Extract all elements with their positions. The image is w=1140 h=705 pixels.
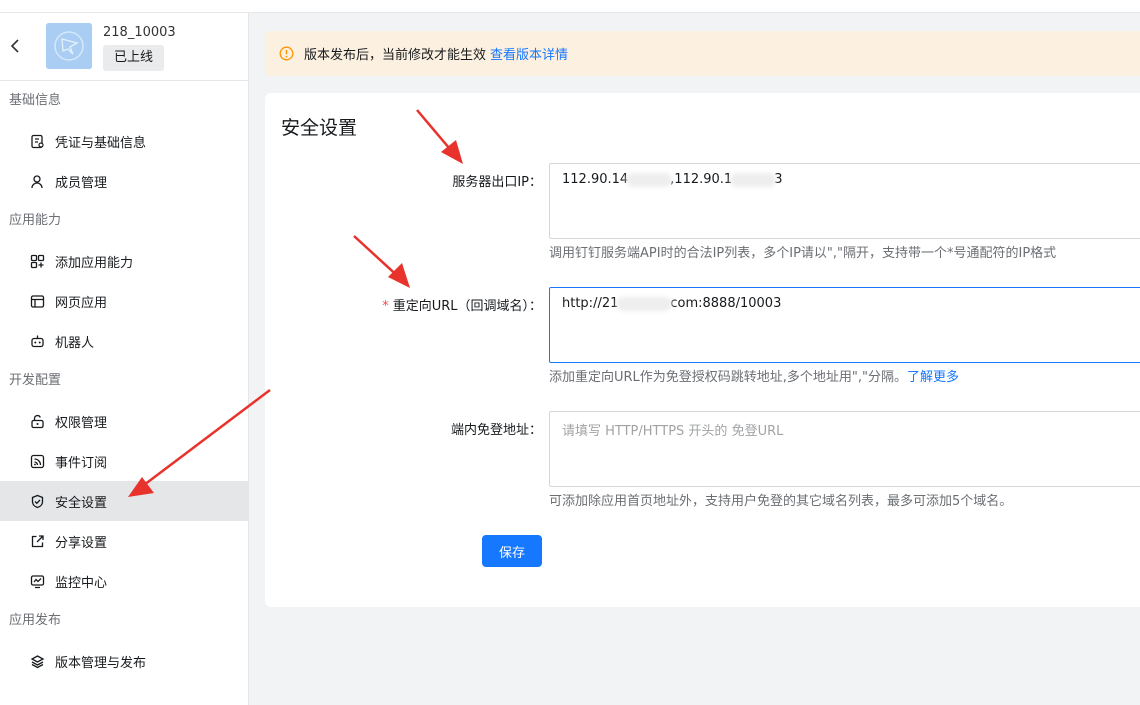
sidebar-item-label: 机器人 xyxy=(55,335,95,351)
credential-icon xyxy=(30,134,45,149)
sso-label: 端内免登地址： xyxy=(450,423,542,438)
required-mark: * xyxy=(382,299,389,314)
app-name: 218_10003 xyxy=(103,25,176,40)
sidebar-item-label: 成员管理 xyxy=(55,175,108,191)
top-bar xyxy=(0,0,1140,13)
sso-placeholder: 请填写 HTTP/HTTPS 开头的 免登URL xyxy=(562,424,784,439)
ip-label: 服务器出口IP： xyxy=(452,175,542,190)
unlock-icon xyxy=(30,414,45,429)
sidebar-item-add-capability[interactable]: 添加应用能力 xyxy=(0,241,248,281)
sidebar-item-label: 版本管理与发布 xyxy=(55,655,147,671)
ip-value-part1: 112.90.14 xyxy=(562,172,629,187)
warning-icon xyxy=(279,46,294,61)
sidebar-item-permissions[interactable]: 权限管理 xyxy=(0,401,248,441)
app-icon xyxy=(46,23,92,69)
sidebar-item-label: 事件订阅 xyxy=(55,455,108,471)
page-title: 安全设置 xyxy=(281,117,358,139)
sidebar-item-members[interactable]: 成员管理 xyxy=(0,161,248,201)
back-arrow-icon[interactable] xyxy=(9,37,21,59)
sidebar-item-label: 分享设置 xyxy=(55,535,108,551)
redirect-url-textarea[interactable]: http://21 com:8888/10003 xyxy=(549,287,1140,363)
sidebar-item-label: 凭证与基础信息 xyxy=(55,135,147,151)
sidebar-item-versions[interactable]: 版本管理与发布 xyxy=(0,641,248,681)
view-version-details-link[interactable]: 查看版本详情 xyxy=(490,44,568,63)
version-notice: 版本发布后，当前修改才能生效 查看版本详情 xyxy=(265,31,1140,76)
redacted-mask xyxy=(616,296,673,311)
share-icon xyxy=(30,534,45,549)
ip-textarea[interactable]: 112.90.14,112.90.1 3 xyxy=(549,163,1140,239)
group-title-basic: 基础信息 xyxy=(9,93,62,108)
sidebar-item-robot[interactable]: 机器人 xyxy=(0,321,248,361)
sidebar-item-webapp[interactable]: 网页应用 xyxy=(0,281,248,321)
app-status-badge: 已上线 xyxy=(103,45,165,71)
sidebar-item-credentials[interactable]: 凭证与基础信息 xyxy=(0,121,248,161)
redirect-label: * 重定向URL（回调域名）： xyxy=(382,299,542,314)
sidebar-item-share[interactable]: 分享设置 xyxy=(0,521,248,561)
redirect-help: 添加重定向URL作为免登授权码跳转地址,多个地址用","分隔。了解更多 xyxy=(549,370,960,385)
save-button[interactable]: 保存 xyxy=(482,535,542,567)
monitor-icon xyxy=(30,574,45,589)
app-header: 218_10003 已上线 xyxy=(0,13,248,81)
sso-url-textarea[interactable]: 请填写 HTTP/HTTPS 开头的 免登URL xyxy=(549,411,1140,487)
grid-plus-icon xyxy=(30,254,45,269)
sidebar-item-label: 权限管理 xyxy=(55,415,108,431)
group-title-dev: 开发配置 xyxy=(9,373,62,388)
sidebar-item-label: 安全设置 xyxy=(55,495,108,511)
sidebar: 218_10003 已上线 基础信息 凭证与基础信息 成员管理 应用能力 添加应… xyxy=(0,13,249,705)
sidebar-item-label: 网页应用 xyxy=(55,295,108,311)
layers-icon xyxy=(30,654,45,669)
redirect-value-part1: http://21 xyxy=(562,296,619,311)
notice-text: 版本发布后，当前修改才能生效 xyxy=(304,48,487,63)
redirect-value-part2: com:8888/10003 xyxy=(670,296,782,311)
security-settings-card: 安全设置 服务器出口IP： 112.90.14,112.90.1 3 调用钉钉服务… xyxy=(265,93,1140,607)
shield-icon xyxy=(30,494,45,509)
browser-icon xyxy=(30,294,45,309)
rss-icon xyxy=(30,454,45,469)
group-title-release: 应用发布 xyxy=(9,613,62,628)
group-title-capability: 应用能力 xyxy=(9,213,62,228)
sidebar-item-security[interactable]: 安全设置 xyxy=(0,481,248,521)
sidebar-item-label: 添加应用能力 xyxy=(55,255,134,271)
robot-icon xyxy=(30,334,45,349)
ip-help: 调用钉钉服务端API时的合法IP列表，多个IP请以","隔开，支持带一个*号通配… xyxy=(549,246,1057,261)
ip-value-part2: ,112.90.1 xyxy=(670,172,733,187)
user-icon xyxy=(30,174,45,189)
sidebar-item-monitor[interactable]: 监控中心 xyxy=(0,561,248,601)
sidebar-item-events[interactable]: 事件订阅 xyxy=(0,441,248,481)
sidebar-item-label: 监控中心 xyxy=(55,575,108,591)
sso-help: 可添加除应用首页地址外，支持用户免登的其它域名列表，最多可添加5个域名。 xyxy=(549,494,1013,509)
redacted-mask xyxy=(730,172,777,187)
redacted-mask xyxy=(626,172,673,187)
learn-more-link[interactable]: 了解更多 xyxy=(907,370,959,385)
